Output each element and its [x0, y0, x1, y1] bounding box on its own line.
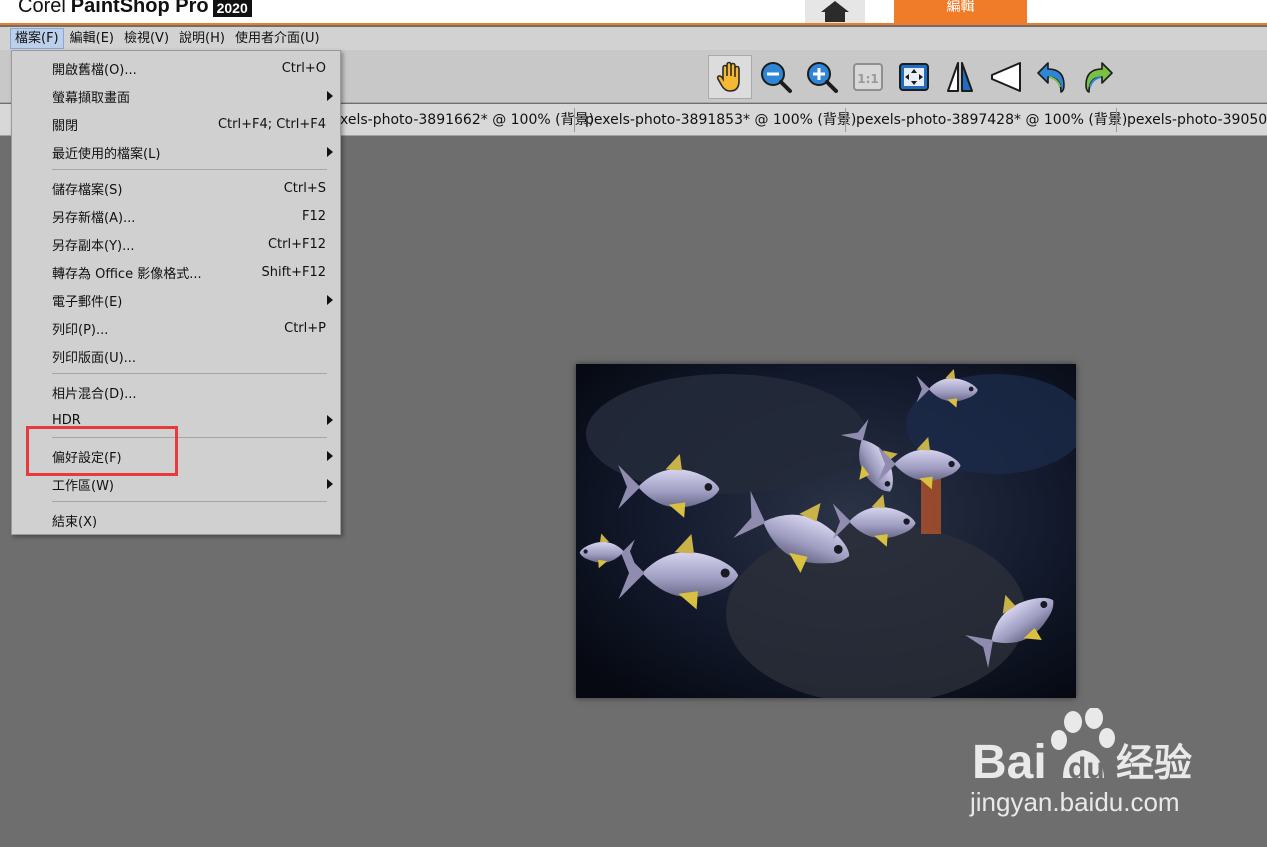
pan-tool-button[interactable]: [708, 55, 752, 99]
brand-year: 2020: [212, 0, 252, 17]
svg-text:Bai: Bai: [972, 736, 1047, 789]
menu-item-save-as[interactable]: 另存新檔(A)... F12: [12, 202, 340, 230]
menu-help[interactable]: 說明(H): [175, 28, 229, 49]
actual-size-button[interactable]: 1:1: [846, 55, 890, 99]
undo-button[interactable]: [1030, 55, 1074, 99]
flip-vertical-icon: [991, 62, 1021, 92]
flip-horizontal-icon: [947, 62, 973, 92]
svg-text:经验: 经验: [1116, 741, 1192, 785]
menu-edit[interactable]: 編輯(E): [66, 28, 118, 49]
zoom-in-icon: [807, 62, 838, 93]
submenu-arrow-icon: [327, 91, 333, 101]
menu-separator: [52, 373, 327, 374]
submenu-arrow-icon: [327, 147, 333, 157]
menu-user-interface[interactable]: 使用者介面(U): [231, 28, 324, 49]
menu-item-open[interactable]: 開啟舊檔(O)... Ctrl+O: [12, 54, 340, 82]
submenu-arrow-icon: [327, 451, 333, 461]
fit-window-button[interactable]: [892, 55, 936, 99]
app-logo: Corel PaintShop Pro 2020: [18, 0, 252, 19]
menu-separator: [52, 501, 327, 502]
menu-item-email[interactable]: 電子郵件(E): [12, 286, 340, 314]
title-bar: Corel PaintShop Pro 2020 編輯: [0, 0, 1267, 25]
menu-view[interactable]: 檢視(V): [120, 28, 173, 49]
menu-bar: 檔案(F) 編輯(E) 檢視(V) 說明(H) 使用者介面(U): [0, 27, 1267, 50]
doc-tab-3891662[interactable]: xels-photo-3891662* @ 100% (背景): [330, 108, 594, 132]
svg-text:1:1: 1:1: [857, 72, 879, 86]
actual-size-icon: 1:1: [853, 63, 883, 91]
submenu-arrow-icon: [327, 479, 333, 489]
zoom-out-icon: [761, 62, 792, 93]
flip-horizontal-button[interactable]: [938, 55, 982, 99]
doc-tab-3897428[interactable]: pexels-photo-3897428* @ 100% (背景): [845, 108, 1127, 132]
fit-window-icon: [899, 63, 929, 91]
menu-item-screen-capture[interactable]: 螢幕擷取畫面: [12, 82, 340, 110]
menu-item-print[interactable]: 列印(P)... Ctrl+P: [12, 314, 340, 342]
zoom-out-button[interactable]: [754, 55, 798, 99]
brand-product: PaintShop Pro: [70, 0, 209, 17]
submenu-arrow-icon: [327, 295, 333, 305]
annotation-highlight-box: [26, 426, 178, 476]
menu-item-photo-blend[interactable]: 相片混合(D)...: [12, 378, 340, 406]
menu-item-exit[interactable]: 結束(X): [12, 506, 340, 534]
home-tab[interactable]: [805, 0, 865, 23]
edit-tab[interactable]: 編輯: [894, 0, 1027, 23]
pan-hand-icon: [716, 61, 740, 92]
menu-file[interactable]: 檔案(F): [10, 28, 64, 49]
svg-text:du: du: [1068, 752, 1105, 785]
redo-button[interactable]: [1076, 55, 1120, 99]
menu-separator: [52, 169, 327, 170]
flip-vertical-button[interactable]: [984, 55, 1028, 99]
watermark-url: jingyan.baidu.com: [970, 787, 1180, 817]
undo-icon: [1037, 62, 1065, 93]
menu-item-save[interactable]: 儲存檔案(S) Ctrl+S: [12, 174, 340, 202]
zoom-in-button[interactable]: [800, 55, 844, 99]
menu-item-close[interactable]: 關閉 Ctrl+F4; Ctrl+F4: [12, 110, 340, 138]
menu-item-print-layout[interactable]: 列印版面(U)...: [12, 342, 340, 370]
menu-item-export-office[interactable]: 轉存為 Office 影像格式... Shift+F12: [12, 258, 340, 286]
submenu-arrow-icon: [327, 415, 333, 425]
doc-tab-3905047[interactable]: pexels-photo-3905047: [1116, 108, 1267, 132]
canvas-photo[interactable]: [576, 364, 1076, 698]
doc-tab-3891853[interactable]: pexels-photo-3891853* @ 100% (背景): [574, 108, 856, 132]
redo-icon: [1085, 62, 1113, 93]
brand-corel: Corel: [18, 0, 66, 17]
home-icon: [821, 1, 849, 22]
menu-item-recent-files[interactable]: 最近使用的檔案(L): [12, 138, 340, 166]
menu-item-save-copy[interactable]: 另存副本(Y)... Ctrl+F12: [12, 230, 340, 258]
